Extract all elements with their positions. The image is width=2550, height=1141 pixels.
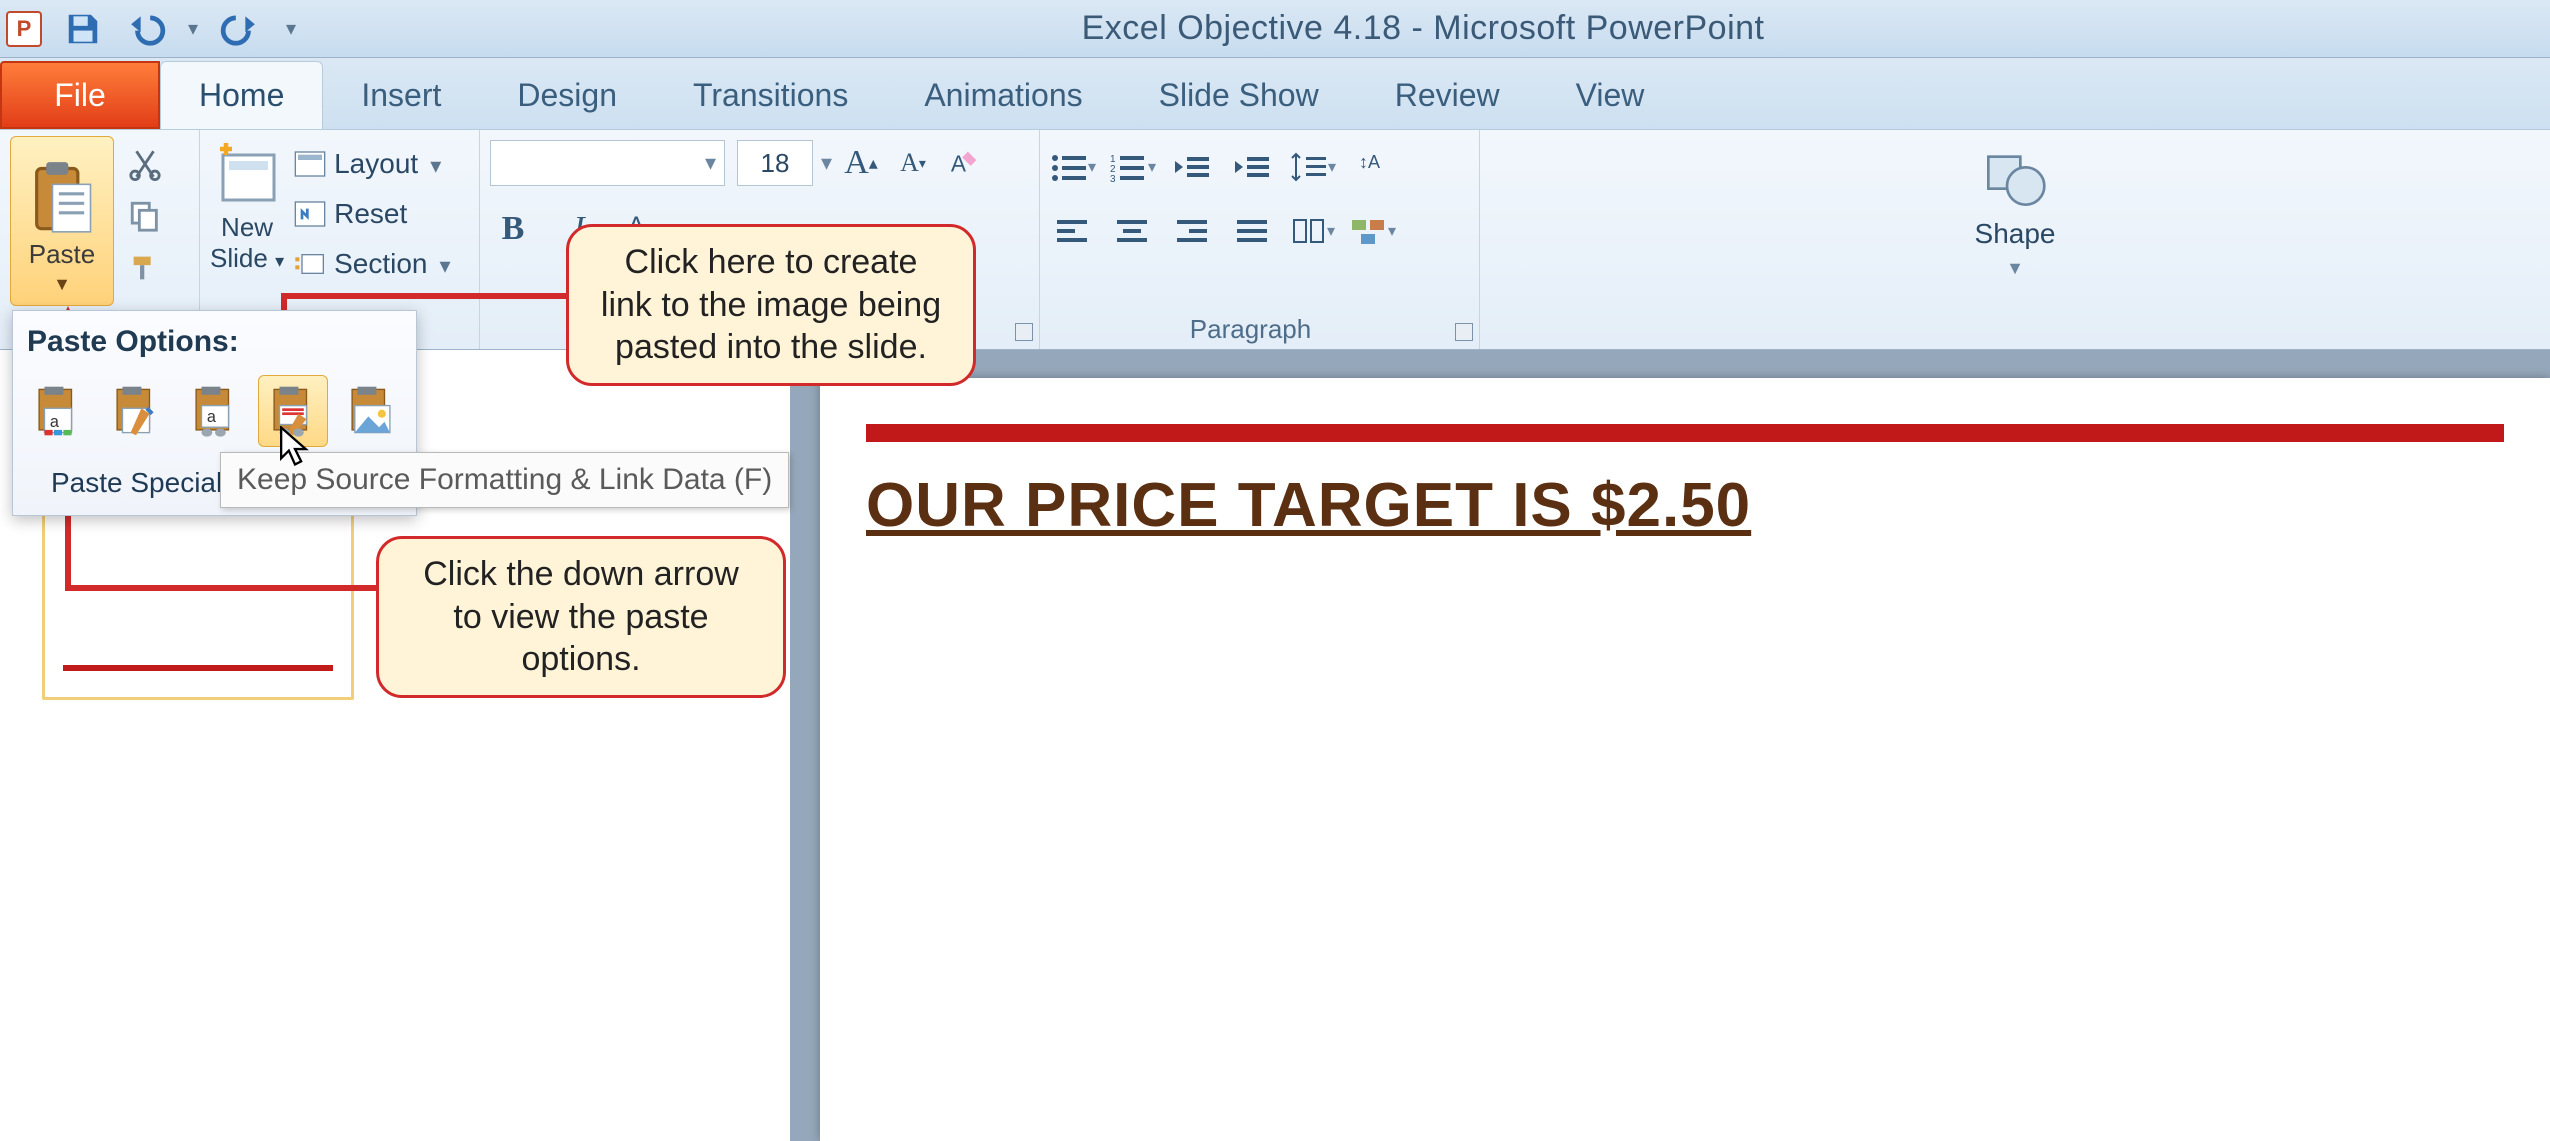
- shapes-label: Shape: [1975, 218, 2056, 250]
- tab-insert[interactable]: Insert: [323, 61, 479, 129]
- slide-thumbnail[interactable]: [42, 500, 354, 700]
- section-button[interactable]: Section: [294, 240, 450, 288]
- tab-review[interactable]: Review: [1357, 61, 1538, 129]
- paragraph-dialog-launcher[interactable]: [1455, 323, 1473, 341]
- undo-more-icon[interactable]: ▾: [188, 16, 198, 41]
- paste-label: Paste: [29, 239, 96, 270]
- tab-transitions[interactable]: Transitions: [655, 61, 886, 129]
- save-icon[interactable]: [60, 6, 106, 52]
- svg-text:↕A: ↕A: [1359, 152, 1380, 172]
- group-paragraph: ▾ 123▾ ▾ ↕A ▾ ▾ Paragraph: [1040, 130, 1480, 349]
- slide-preview[interactable]: OUR PRICE TARGET IS $2.50: [820, 378, 2550, 1141]
- paste-options-row: a a: [23, 371, 406, 457]
- increase-indent-icon[interactable]: [1230, 144, 1276, 190]
- bullets-icon[interactable]: ▾: [1050, 144, 1096, 190]
- paste-button[interactable]: Paste ▼: [10, 136, 114, 306]
- paste-option-embed[interactable]: a: [179, 375, 249, 447]
- group-drawing: Shape ▼: [1480, 130, 2550, 349]
- reset-label: Reset: [334, 198, 407, 230]
- slide-label: Slide ▾: [210, 243, 284, 274]
- shrink-font-icon[interactable]: A▾: [890, 140, 936, 186]
- tab-animations[interactable]: Animations: [886, 61, 1120, 129]
- grow-font-icon[interactable]: A▴: [838, 140, 884, 186]
- paste-option-picture[interactable]: [336, 375, 406, 447]
- new-slide-button[interactable]: New Slide ▾: [210, 136, 284, 288]
- numbering-icon[interactable]: 123▾: [1110, 144, 1156, 190]
- qat-customize-icon[interactable]: ▾: [286, 16, 296, 41]
- copy-icon[interactable]: [122, 196, 168, 236]
- format-painter-icon[interactable]: [122, 248, 168, 288]
- font-family-select[interactable]: ▾: [490, 140, 725, 186]
- svg-text:a: a: [50, 413, 59, 431]
- align-left-icon[interactable]: [1050, 208, 1096, 254]
- redo-icon[interactable]: [216, 6, 262, 52]
- chevron-down-icon: ▼: [53, 274, 71, 295]
- app-icon: P: [6, 11, 42, 47]
- tab-home[interactable]: Home: [160, 61, 323, 129]
- title-bar: P ▾ ▾ Excel Objective 4.18 - Microsoft P…: [0, 0, 2550, 58]
- tab-slideshow[interactable]: Slide Show: [1121, 61, 1357, 129]
- undo-icon[interactable]: [124, 6, 170, 52]
- smartart-convert-icon[interactable]: ▾: [1350, 208, 1396, 254]
- paragraph-group-label: Paragraph: [1040, 314, 1461, 345]
- section-label: Section: [334, 248, 427, 280]
- align-right-icon[interactable]: [1170, 208, 1216, 254]
- reset-button[interactable]: Reset: [294, 190, 450, 238]
- slide-accent-bar: [866, 424, 2504, 442]
- shapes-icon[interactable]: [1983, 146, 2047, 210]
- svg-text:a: a: [206, 408, 215, 426]
- new-label: New: [221, 212, 273, 243]
- layout-label: Layout: [334, 148, 418, 180]
- justify-icon[interactable]: [1230, 208, 1276, 254]
- chevron-down-icon: ▼: [2006, 258, 2024, 279]
- bold-button[interactable]: B: [490, 206, 536, 252]
- layout-button[interactable]: Layout: [294, 140, 450, 188]
- tab-view[interactable]: View: [1538, 61, 1683, 129]
- quick-access-toolbar: ▾ ▾: [60, 6, 296, 52]
- paste-option-keep-source-formatting[interactable]: [101, 375, 171, 447]
- new-slide-icon: [211, 140, 283, 212]
- align-center-icon[interactable]: [1110, 208, 1156, 254]
- font-size-value: 18: [761, 148, 790, 179]
- clear-formatting-icon[interactable]: A: [942, 140, 988, 186]
- decrease-indent-icon[interactable]: [1170, 144, 1216, 190]
- thumbnail-accent: [63, 665, 333, 671]
- font-dialog-launcher[interactable]: [1015, 323, 1033, 341]
- svg-text:3: 3: [1110, 174, 1116, 182]
- columns-icon[interactable]: ▾: [1290, 208, 1336, 254]
- callout-link-image: Click here to create link to the image b…: [566, 224, 976, 386]
- slide-headline: OUR PRICE TARGET IS $2.50: [866, 470, 2504, 541]
- svg-text:A: A: [951, 151, 967, 177]
- window-title: Excel Objective 4.18 - Microsoft PowerPo…: [296, 9, 2550, 48]
- paste-option-tooltip: Keep Source Formatting & Link Data (F): [220, 452, 789, 508]
- font-size-select[interactable]: 18: [737, 140, 813, 186]
- callout-down-arrow: Click the down arrow to view the paste o…: [376, 536, 786, 698]
- clipboard-icon: [30, 159, 94, 235]
- paste-option-use-destination-theme[interactable]: a: [23, 375, 93, 447]
- ribbon-tabs: File Home Insert Design Transitions Anim…: [0, 58, 2550, 130]
- cut-icon[interactable]: [122, 144, 168, 184]
- tab-file[interactable]: File: [0, 61, 160, 129]
- tab-design[interactable]: Design: [479, 61, 655, 129]
- text-direction-icon[interactable]: ↕A: [1350, 144, 1396, 190]
- line-spacing-icon[interactable]: ▾: [1290, 144, 1336, 190]
- chevron-down-icon[interactable]: ▾: [821, 150, 832, 176]
- paste-options-title: Paste Options:: [27, 325, 406, 359]
- paste-option-keep-source-link[interactable]: [258, 375, 328, 447]
